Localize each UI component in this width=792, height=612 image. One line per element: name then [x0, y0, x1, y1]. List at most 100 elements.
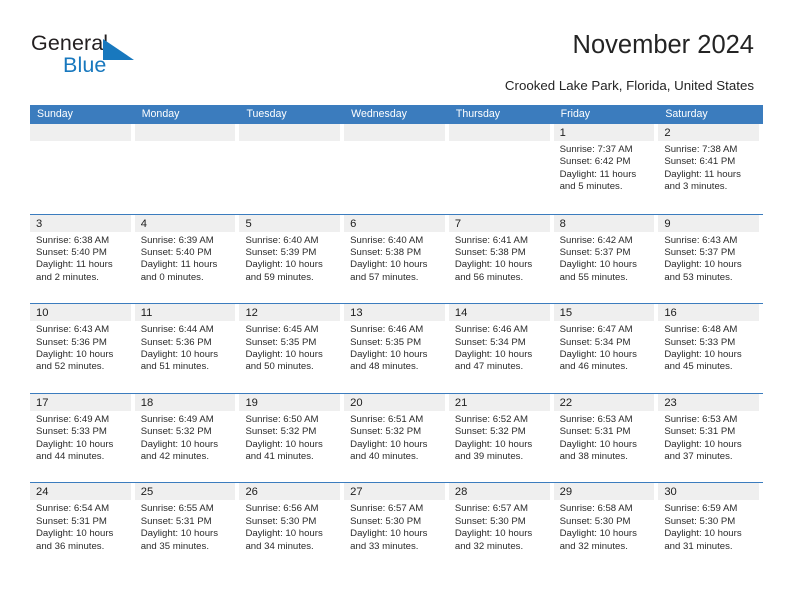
- day-detail-line: Sunrise: 6:50 AM: [245, 413, 319, 425]
- day-detail-line: Sunset: 5:40 PM: [36, 247, 107, 258]
- day-detail-line: and 52 minutes.: [36, 361, 105, 373]
- day-detail-line: and 59 minutes.: [245, 271, 314, 283]
- calendar-day-cell[interactable]: 12 Sunrise: 6:45 AM Sunset: 5:35 PM Dayligh…: [239, 304, 345, 393]
- calendar-day-cell[interactable]: 19 Sunrise: 6:50 AM Sunset: 5:32 PM Dayligh…: [239, 393, 345, 483]
- calendar-day-cell-empty: [344, 124, 449, 214]
- calendar-day-cell[interactable]: 16 Sunrise: 6:48 AM Sunset: 5:33 PM Dayligh…: [658, 304, 764, 393]
- day-detail-line: Daylight: 10 hours: [559, 349, 637, 360]
- day-number: 6: [350, 217, 357, 230]
- day-detail-line: and 36 minutes.: [36, 540, 105, 552]
- calendar-day-cell[interactable]: 13 Sunrise: 6:46 AM Sunset: 5:35 PM Dayligh…: [344, 304, 449, 393]
- day-detail-line: Sunrise: 6:52 AM: [454, 413, 528, 425]
- day-detail-line: Sunrise: 6:57 AM: [454, 503, 528, 515]
- weekday-header-wednesday: Wednesday: [351, 108, 407, 120]
- day-detail-lines: [239, 141, 341, 144]
- day-detail-line: and 3 minutes.: [664, 181, 728, 193]
- calendar-day-cell[interactable]: 23 Sunrise: 6:53 AM Sunset: 5:31 PM Dayligh…: [658, 393, 764, 483]
- general-blue-logo[interactable]: General Blue: [31, 31, 211, 83]
- day-detail-line: Daylight: 10 hours: [350, 438, 428, 450]
- calendar-day-cell[interactable]: 24 Sunrise: 6:54 AM Sunset: 5:31 PM Dayligh…: [30, 483, 135, 572]
- day-detail-line: Daylight: 10 hours: [559, 438, 637, 450]
- calendar-day-cell[interactable]: 7 Sunrise: 6:41 AM Sunset: 5:38 PM Daylight…: [448, 214, 554, 304]
- day-detail-lines: Sunrise: 6:50 AM Sunset: 5:32 PM Daylight:…: [239, 411, 341, 464]
- day-detail-line: and 46 minutes.: [559, 361, 628, 373]
- day-detail-lines: Sunrise: 6:53 AM Sunset: 5:31 PM Daylight:…: [554, 411, 656, 464]
- blue-triangle-icon: [103, 39, 135, 60]
- day-number: 29: [559, 486, 573, 499]
- page-title: November 2024: [572, 31, 754, 59]
- calendar-day-cell[interactable]: 21 Sunrise: 6:52 AM Sunset: 5:32 PM Dayligh…: [448, 393, 554, 483]
- calendar-day-cell[interactable]: 8 Sunrise: 6:42 AM Sunset: 5:37 PM Daylight…: [553, 214, 659, 304]
- day-detail-line: Sunset: 5:30 PM: [664, 515, 736, 527]
- day-number: 3: [36, 217, 43, 230]
- calendar-day-cell[interactable]: 20 Sunrise: 6:51 AM Sunset: 5:32 PM Dayligh…: [344, 393, 449, 483]
- calendar-day-cell[interactable]: 27 Sunrise: 6:57 AM Sunset: 5:30 PM Dayligh…: [344, 483, 449, 572]
- page-subtitle-location: Crooked Lake Park, Florida, United State…: [504, 78, 754, 93]
- day-detail-line: Sunset: 5:31 PM: [140, 515, 212, 527]
- day-detail-line: and 50 minutes.: [245, 361, 314, 373]
- calendar-day-cell[interactable]: 9 Sunrise: 6:43 AM Sunset: 5:37 PM Daylight…: [658, 214, 764, 304]
- calendar-day-cell[interactable]: 17 Sunrise: 6:49 AM Sunset: 5:33 PM Dayligh…: [30, 393, 135, 483]
- day-detail-line: Daylight: 10 hours: [140, 349, 219, 360]
- day-detail-line: and 35 minutes.: [140, 540, 209, 552]
- day-detail-line: Sunrise: 6:58 AM: [559, 503, 633, 515]
- day-detail-lines: Sunrise: 6:45 AM Sunset: 5:35 PM Daylight:…: [239, 321, 341, 374]
- calendar-day-cell[interactable]: 2 Sunrise: 7:38 AM Sunset: 6:41 PM Daylight…: [658, 124, 764, 214]
- day-detail-line: Daylight: 10 hours: [664, 528, 742, 540]
- calendar-day-cell[interactable]: 29 Sunrise: 6:58 AM Sunset: 5:30 PM Dayligh…: [553, 483, 659, 572]
- day-detail-line: Sunset: 5:32 PM: [350, 426, 422, 438]
- day-detail-lines: Sunrise: 6:42 AM Sunset: 5:37 PM Daylight:…: [554, 232, 656, 285]
- day-number-bar: [30, 124, 131, 141]
- calendar-day-cell[interactable]: 10 Sunrise: 6:43 AM Sunset: 5:36 PM Dayligh…: [30, 304, 135, 393]
- day-number: 12: [245, 307, 258, 320]
- calendar-day-cell[interactable]: 22 Sunrise: 6:53 AM Sunset: 5:31 PM Dayligh…: [553, 393, 659, 483]
- day-detail-line: Daylight: 10 hours: [559, 528, 637, 540]
- weekday-header-tuesday: Tuesday: [246, 108, 287, 120]
- day-number: 14: [454, 307, 468, 320]
- calendar-day-cell[interactable]: 11 Sunrise: 6:44 AM Sunset: 5:36 PM Dayligh…: [134, 304, 240, 393]
- day-detail-line: Sunset: 6:42 PM: [559, 156, 631, 168]
- day-number: 17: [36, 396, 49, 409]
- day-detail-line: and 39 minutes.: [454, 451, 524, 462]
- day-number: 19: [245, 396, 258, 409]
- calendar-day-cell[interactable]: 14 Sunrise: 6:46 AM Sunset: 5:34 PM Dayligh…: [448, 304, 554, 393]
- calendar-day-cell[interactable]: 15 Sunrise: 6:47 AM Sunset: 5:34 PM Dayligh…: [553, 304, 659, 393]
- day-detail-line: and 42 minutes.: [140, 451, 209, 462]
- day-detail-lines: [30, 141, 132, 144]
- calendar-day-cell[interactable]: 28 Sunrise: 6:57 AM Sunset: 5:30 PM Dayligh…: [448, 483, 554, 572]
- day-detail-lines: Sunrise: 6:57 AM Sunset: 5:30 PM Daylight:…: [344, 500, 446, 553]
- day-number: 16: [664, 307, 677, 320]
- day-number-bar: [658, 124, 760, 141]
- day-detail-lines: Sunrise: 6:49 AM Sunset: 5:33 PM Daylight:…: [30, 411, 132, 464]
- calendar-day-cell[interactable]: 4 Sunrise: 6:39 AM Sunset: 5:40 PM Daylight…: [134, 214, 240, 304]
- day-detail-line: Sunset: 5:38 PM: [454, 247, 526, 258]
- calendar-day-cell-empty: [448, 124, 554, 214]
- day-number-bar: [344, 214, 445, 232]
- day-detail-line: Sunset: 5:37 PM: [559, 247, 631, 258]
- day-detail-line: Sunset: 5:30 PM: [559, 515, 631, 527]
- day-detail-lines: Sunrise: 6:44 AM Sunset: 5:36 PM Daylight:…: [135, 321, 237, 374]
- day-detail-line: Daylight: 10 hours: [245, 438, 323, 450]
- calendar-day-cell[interactable]: 6 Sunrise: 6:40 AM Sunset: 5:38 PM Daylight…: [344, 214, 449, 304]
- calendar-week-row: 24 Sunrise: 6:54 AM Sunset: 5:31 PM Dayligh…: [30, 482, 764, 572]
- calendar-day-cell[interactable]: 18 Sunrise: 6:49 AM Sunset: 5:32 PM Dayligh…: [134, 393, 240, 483]
- day-number: 9: [664, 217, 671, 230]
- calendar-day-cell[interactable]: 1 Sunrise: 7:37 AM Sunset: 6:42 PM Daylight…: [553, 124, 659, 214]
- weekday-header-thursday: Thursday: [455, 108, 501, 120]
- calendar-day-cell[interactable]: 25 Sunrise: 6:55 AM Sunset: 5:31 PM Dayligh…: [134, 483, 240, 572]
- calendar-day-cell[interactable]: 3 Sunrise: 6:38 AM Sunset: 5:40 PM Daylight…: [30, 214, 135, 304]
- day-detail-lines: Sunrise: 6:57 AM Sunset: 5:30 PM Daylight:…: [449, 500, 551, 553]
- calendar-day-cell[interactable]: 26 Sunrise: 6:56 AM Sunset: 5:30 PM Dayligh…: [239, 483, 345, 572]
- day-number: 10: [36, 307, 49, 320]
- day-detail-line: and 33 minutes.: [350, 540, 419, 552]
- day-number: 21: [454, 396, 468, 409]
- calendar-day-cell[interactable]: 5 Sunrise: 6:40 AM Sunset: 5:39 PM Daylight…: [239, 214, 345, 304]
- calendar-week-row: 3 Sunrise: 6:38 AM Sunset: 5:40 PM Daylight…: [30, 213, 764, 304]
- calendar-day-cell[interactable]: 30 Sunrise: 6:59 AM Sunset: 5:30 PM Dayligh…: [658, 483, 764, 572]
- day-number-bar: [448, 124, 550, 141]
- day-detail-line: Sunrise: 6:59 AM: [664, 503, 738, 515]
- day-detail-lines: Sunrise: 6:47 AM Sunset: 5:34 PM Daylight:…: [554, 321, 656, 374]
- day-detail-line: Daylight: 10 hours: [454, 438, 533, 450]
- day-number: 26: [245, 486, 258, 499]
- day-detail-line: Daylight: 10 hours: [245, 528, 323, 540]
